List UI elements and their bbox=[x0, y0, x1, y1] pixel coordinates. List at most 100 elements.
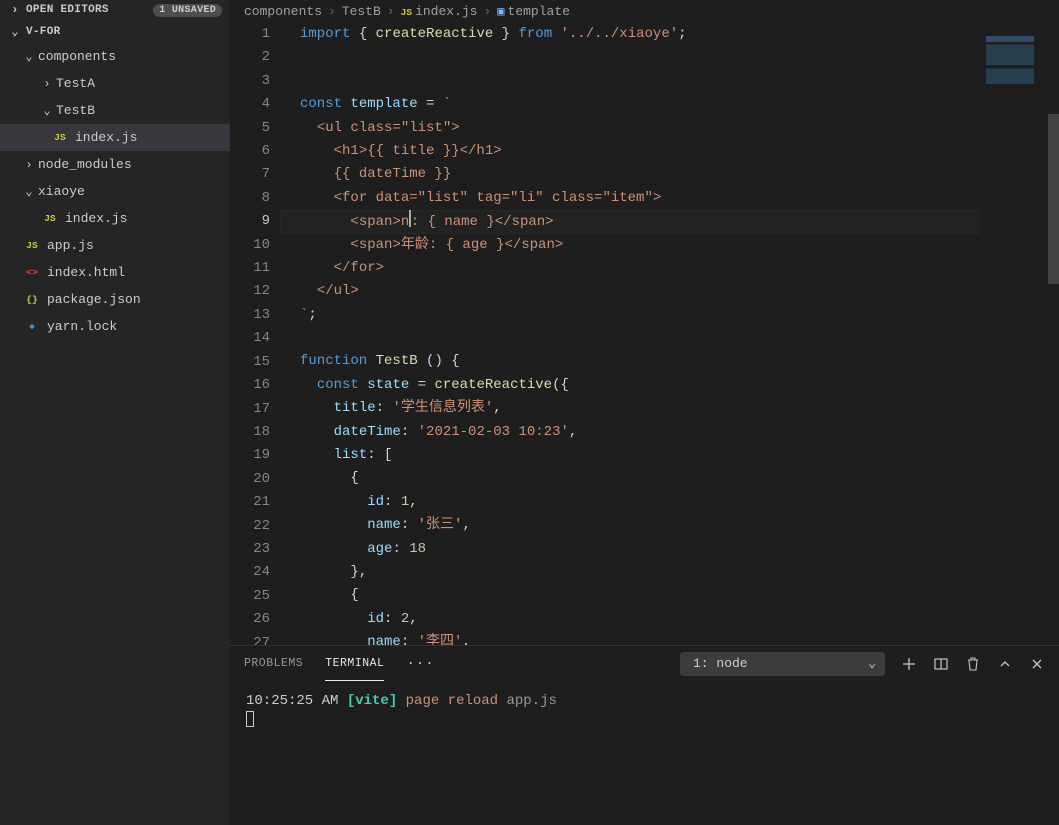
line-number: 18 bbox=[230, 421, 270, 444]
tree-folder-node_modules[interactable]: ›node_modules bbox=[0, 151, 230, 178]
tree-folder-xiaoye[interactable]: ⌄xiaoye bbox=[0, 178, 230, 205]
yarn-file-icon: ◆ bbox=[22, 319, 42, 335]
open-editors-label: OPEN EDITORS bbox=[26, 4, 109, 16]
breadcrumb[interactable]: components › TestB › JSindex.js › ▣templ… bbox=[230, 0, 1059, 22]
tree-file-index.js[interactable]: JSindex.js bbox=[0, 205, 230, 232]
line-number: 7 bbox=[230, 163, 270, 186]
terminal-cursor-icon bbox=[246, 711, 254, 727]
line-number: 5 bbox=[230, 117, 270, 140]
project-name-row[interactable]: ⌄ V-FOR bbox=[0, 20, 230, 43]
line-number: 20 bbox=[230, 468, 270, 491]
tree-file-app.js[interactable]: JS app.js bbox=[0, 232, 230, 259]
code-line[interactable] bbox=[280, 46, 1059, 69]
line-number: 8 bbox=[230, 187, 270, 210]
tab-terminal[interactable]: TERMINAL bbox=[325, 646, 384, 681]
js-file-icon: JS bbox=[22, 238, 42, 254]
chevron-down-icon: ⌄ bbox=[40, 103, 54, 118]
tree-folder-TestB[interactable]: ⌄TestB bbox=[0, 97, 230, 124]
tree-file-index.js[interactable]: JSindex.js bbox=[0, 124, 230, 151]
line-number: 1 bbox=[230, 23, 270, 46]
minimap-scrollbar[interactable] bbox=[1048, 114, 1059, 284]
breadcrumb-seg[interactable]: JSindex.js bbox=[401, 4, 478, 19]
panel-actions: 1: node ⌄ bbox=[680, 652, 1045, 676]
tree-file-yarn.lock[interactable]: ◆yarn.lock bbox=[0, 313, 230, 340]
code-line[interactable]: title: '学生信息列表', bbox=[280, 397, 1059, 420]
code-line[interactable]: age: 18 bbox=[280, 538, 1059, 561]
tree-item-label: app.js bbox=[47, 238, 94, 253]
close-icon[interactable] bbox=[1029, 657, 1045, 671]
chevron-up-icon[interactable] bbox=[997, 657, 1013, 671]
code-line[interactable]: const template = ` bbox=[280, 93, 1059, 116]
code-line[interactable]: <h1>{{ title }}</h1> bbox=[280, 140, 1059, 163]
tree-item-label: TestA bbox=[56, 76, 95, 91]
code-line[interactable]: name: '李四', bbox=[280, 631, 1059, 645]
html-file-icon: <> bbox=[22, 265, 42, 281]
code-line[interactable]: { bbox=[280, 584, 1059, 607]
project-name: V-FOR bbox=[26, 26, 61, 38]
line-gutter: 1234567891011121314151617181920212223242… bbox=[230, 22, 280, 645]
chevron-right-icon: › bbox=[483, 4, 491, 19]
tree-item-label: index.js bbox=[75, 130, 137, 145]
code-line[interactable]: { bbox=[280, 467, 1059, 490]
code-line[interactable]: const state = createReactive({ bbox=[280, 374, 1059, 397]
terminal-select[interactable]: 1: node ⌄ bbox=[680, 652, 885, 676]
line-number: 15 bbox=[230, 351, 270, 374]
more-tabs-icon[interactable]: ··· bbox=[406, 656, 434, 672]
line-number: 19 bbox=[230, 444, 270, 467]
file-tree: ⌄components›TestA⌄TestBJSindex.js›node_m… bbox=[0, 43, 230, 825]
open-editors-header[interactable]: › OPEN EDITORS 1 UNSAVED bbox=[0, 0, 230, 20]
line-number: 3 bbox=[230, 70, 270, 93]
line-number: 17 bbox=[230, 398, 270, 421]
breadcrumb-seg[interactable]: components bbox=[244, 4, 322, 19]
terminal-select-label: 1: node bbox=[693, 656, 748, 671]
tab-problems[interactable]: PROBLEMS bbox=[244, 646, 303, 681]
chevron-down-icon: ⌄ bbox=[868, 656, 876, 671]
code-line[interactable]: <for data="list" tag="li" class="item"> bbox=[280, 187, 1059, 210]
new-terminal-icon[interactable] bbox=[901, 656, 917, 672]
code-line[interactable]: <ul class="list"> bbox=[280, 117, 1059, 140]
code-line[interactable]: </ul> bbox=[280, 280, 1059, 303]
line-number: 21 bbox=[230, 491, 270, 514]
unsaved-badge: 1 UNSAVED bbox=[153, 4, 222, 17]
tree-file-package.json[interactable]: {}package.json bbox=[0, 286, 230, 313]
code-line[interactable]: name: '张三', bbox=[280, 514, 1059, 537]
tree-folder-TestA[interactable]: ›TestA bbox=[0, 70, 230, 97]
code-line[interactable]: import { createReactive } from '../../xi… bbox=[280, 23, 1059, 46]
code-line[interactable] bbox=[280, 327, 1059, 350]
code-line[interactable]: }, bbox=[280, 561, 1059, 584]
code-line[interactable]: <span>n: { name }</span> bbox=[280, 210, 1059, 233]
code-line[interactable]: `; bbox=[280, 304, 1059, 327]
line-number: 25 bbox=[230, 585, 270, 608]
code-editor[interactable]: import { createReactive } from '../../xi… bbox=[280, 22, 1059, 645]
chevron-down-icon: ⌄ bbox=[8, 24, 22, 39]
line-number: 26 bbox=[230, 608, 270, 631]
code-line[interactable]: list: [ bbox=[280, 444, 1059, 467]
line-number: 16 bbox=[230, 374, 270, 397]
tree-item-label: xiaoye bbox=[38, 184, 85, 199]
code-line[interactable]: {{ dateTime }} bbox=[280, 163, 1059, 186]
minimap[interactable] bbox=[979, 22, 1059, 645]
code-line[interactable]: dateTime: '2021-02-03 10:23', bbox=[280, 421, 1059, 444]
code-line[interactable] bbox=[280, 70, 1059, 93]
breadcrumb-seg[interactable]: ▣template bbox=[497, 4, 570, 19]
chevron-right-icon: › bbox=[40, 77, 54, 91]
code-line[interactable]: <span>年龄: { age }</span> bbox=[280, 234, 1059, 257]
chevron-right-icon: › bbox=[22, 158, 36, 172]
trash-icon[interactable] bbox=[965, 656, 981, 672]
js-file-icon: JS bbox=[40, 211, 60, 227]
breadcrumb-seg[interactable]: TestB bbox=[342, 4, 381, 19]
split-terminal-icon[interactable] bbox=[933, 656, 949, 672]
code-line[interactable]: </for> bbox=[280, 257, 1059, 280]
line-number: 23 bbox=[230, 538, 270, 561]
terminal-output[interactable]: 10:25:25 AM [vite] page reload app.js bbox=[230, 681, 1059, 825]
tree-file-index.html[interactable]: <> index.html bbox=[0, 259, 230, 286]
code-line[interactable]: id: 2, bbox=[280, 608, 1059, 631]
editor-area: 1234567891011121314151617181920212223242… bbox=[230, 22, 1059, 645]
line-number: 22 bbox=[230, 515, 270, 538]
chevron-right-icon: › bbox=[8, 3, 22, 17]
code-line[interactable]: function TestB () { bbox=[280, 350, 1059, 373]
chevron-right-icon: › bbox=[328, 4, 336, 19]
tree-folder-components[interactable]: ⌄components bbox=[0, 43, 230, 70]
code-line[interactable]: id: 1, bbox=[280, 491, 1059, 514]
tree-item-label: index.html bbox=[47, 265, 125, 280]
